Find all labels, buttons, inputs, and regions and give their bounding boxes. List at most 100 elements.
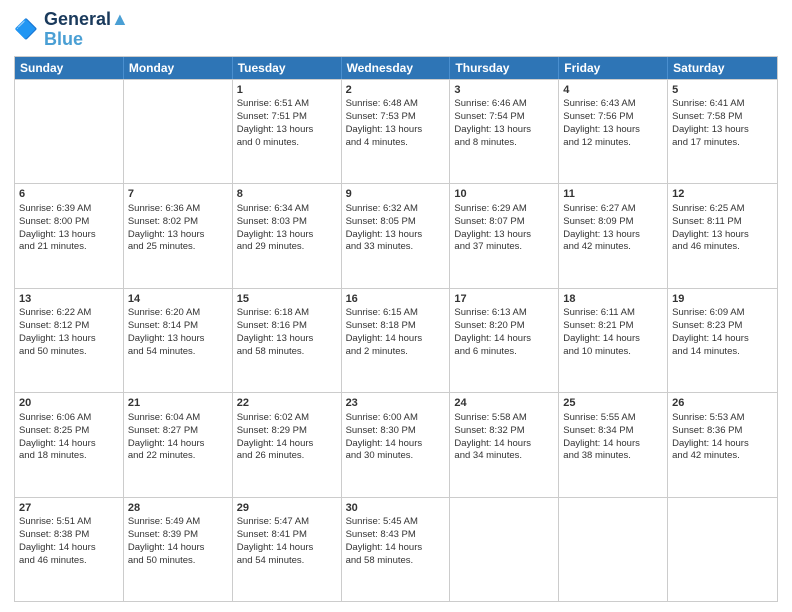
day-info: Sunrise: 6:20 AM	[128, 307, 228, 320]
calendar-day-29: 29Sunrise: 5:47 AMSunset: 8:41 PMDayligh…	[233, 498, 342, 601]
calendar-day-12: 12Sunrise: 6:25 AMSunset: 8:11 PMDayligh…	[668, 184, 777, 287]
weekday-header: Thursday	[450, 57, 559, 79]
day-info: Sunrise: 6:32 AM	[346, 203, 446, 216]
day-info: and 33 minutes.	[346, 241, 446, 254]
day-info: Sunrise: 6:00 AM	[346, 412, 446, 425]
day-info: Sunrise: 6:25 AM	[672, 203, 773, 216]
day-number: 4	[563, 83, 663, 98]
day-info: Sunrise: 6:22 AM	[19, 307, 119, 320]
day-info: Sunset: 8:38 PM	[19, 529, 119, 542]
day-info: Sunset: 7:58 PM	[672, 111, 773, 124]
day-info: and 21 minutes.	[19, 241, 119, 254]
day-info: Sunset: 8:20 PM	[454, 320, 554, 333]
day-info: Sunrise: 6:51 AM	[237, 98, 337, 111]
day-info: Sunrise: 6:29 AM	[454, 203, 554, 216]
day-info: Sunset: 8:11 PM	[672, 216, 773, 229]
day-info: Sunset: 8:16 PM	[237, 320, 337, 333]
day-info: Daylight: 14 hours	[672, 438, 773, 451]
day-info: Sunset: 8:03 PM	[237, 216, 337, 229]
calendar-day-10: 10Sunrise: 6:29 AMSunset: 8:07 PMDayligh…	[450, 184, 559, 287]
day-info: Daylight: 13 hours	[237, 333, 337, 346]
day-info: Daylight: 14 hours	[346, 333, 446, 346]
calendar-day-5: 5Sunrise: 6:41 AMSunset: 7:58 PMDaylight…	[668, 80, 777, 183]
calendar-empty-cell	[668, 498, 777, 601]
day-info: and 54 minutes.	[237, 555, 337, 568]
calendar-week-row: 1Sunrise: 6:51 AMSunset: 7:51 PMDaylight…	[15, 79, 777, 183]
day-info: Daylight: 14 hours	[19, 542, 119, 555]
day-number: 15	[237, 292, 337, 307]
day-info: Sunset: 8:23 PM	[672, 320, 773, 333]
day-number: 21	[128, 396, 228, 411]
day-info: Daylight: 14 hours	[454, 333, 554, 346]
day-info: Daylight: 13 hours	[454, 229, 554, 242]
calendar-day-30: 30Sunrise: 5:45 AMSunset: 8:43 PMDayligh…	[342, 498, 451, 601]
logo-icon: 🔷	[14, 16, 42, 44]
day-number: 29	[237, 501, 337, 516]
day-number: 24	[454, 396, 554, 411]
day-number: 8	[237, 187, 337, 202]
day-info: Daylight: 13 hours	[346, 124, 446, 137]
day-info: and 46 minutes.	[19, 555, 119, 568]
day-number: 3	[454, 83, 554, 98]
page: 🔷 General▲ Blue SundayMondayTuesdayWedne…	[0, 0, 792, 612]
day-info: Sunset: 8:21 PM	[563, 320, 663, 333]
calendar-day-3: 3Sunrise: 6:46 AMSunset: 7:54 PMDaylight…	[450, 80, 559, 183]
day-number: 6	[19, 187, 119, 202]
day-info: Sunset: 7:51 PM	[237, 111, 337, 124]
calendar-day-8: 8Sunrise: 6:34 AMSunset: 8:03 PMDaylight…	[233, 184, 342, 287]
day-info: Sunrise: 5:49 AM	[128, 516, 228, 529]
weekday-header: Wednesday	[342, 57, 451, 79]
day-info: Daylight: 13 hours	[19, 333, 119, 346]
day-info: Sunrise: 6:43 AM	[563, 98, 663, 111]
day-info: Daylight: 13 hours	[237, 229, 337, 242]
day-info: Sunrise: 6:02 AM	[237, 412, 337, 425]
calendar-day-9: 9Sunrise: 6:32 AMSunset: 8:05 PMDaylight…	[342, 184, 451, 287]
day-info: Sunrise: 6:11 AM	[563, 307, 663, 320]
day-info: and 18 minutes.	[19, 450, 119, 463]
day-info: and 12 minutes.	[563, 137, 663, 150]
day-info: Sunrise: 6:18 AM	[237, 307, 337, 320]
logo: 🔷 General▲ Blue	[14, 10, 129, 50]
day-number: 5	[672, 83, 773, 98]
weekday-header: Friday	[559, 57, 668, 79]
day-info: and 22 minutes.	[128, 450, 228, 463]
day-info: Daylight: 14 hours	[563, 333, 663, 346]
day-info: Sunset: 8:32 PM	[454, 425, 554, 438]
day-info: Sunset: 8:02 PM	[128, 216, 228, 229]
calendar-empty-cell	[559, 498, 668, 601]
day-info: and 29 minutes.	[237, 241, 337, 254]
day-info: Sunset: 7:53 PM	[346, 111, 446, 124]
day-info: and 30 minutes.	[346, 450, 446, 463]
calendar-day-24: 24Sunrise: 5:58 AMSunset: 8:32 PMDayligh…	[450, 393, 559, 496]
day-info: Sunset: 8:00 PM	[19, 216, 119, 229]
day-info: and 38 minutes.	[563, 450, 663, 463]
day-number: 10	[454, 187, 554, 202]
day-info: and 14 minutes.	[672, 346, 773, 359]
day-info: Sunset: 8:09 PM	[563, 216, 663, 229]
day-number: 19	[672, 292, 773, 307]
calendar-day-15: 15Sunrise: 6:18 AMSunset: 8:16 PMDayligh…	[233, 289, 342, 392]
calendar-week-row: 6Sunrise: 6:39 AMSunset: 8:00 PMDaylight…	[15, 183, 777, 287]
day-info: Daylight: 13 hours	[563, 229, 663, 242]
day-info: and 50 minutes.	[19, 346, 119, 359]
day-info: Daylight: 13 hours	[19, 229, 119, 242]
day-number: 20	[19, 396, 119, 411]
day-info: and 34 minutes.	[454, 450, 554, 463]
day-info: and 42 minutes.	[563, 241, 663, 254]
day-info: Sunrise: 6:04 AM	[128, 412, 228, 425]
day-info: Daylight: 14 hours	[237, 438, 337, 451]
calendar-empty-cell	[15, 80, 124, 183]
day-info: Daylight: 13 hours	[672, 124, 773, 137]
day-info: Sunrise: 5:53 AM	[672, 412, 773, 425]
day-info: Sunset: 8:14 PM	[128, 320, 228, 333]
day-number: 30	[346, 501, 446, 516]
calendar-day-4: 4Sunrise: 6:43 AMSunset: 7:56 PMDaylight…	[559, 80, 668, 183]
day-info: Sunrise: 5:45 AM	[346, 516, 446, 529]
calendar-body: 1Sunrise: 6:51 AMSunset: 7:51 PMDaylight…	[15, 79, 777, 601]
day-info: Sunset: 7:54 PM	[454, 111, 554, 124]
day-info: Sunrise: 6:34 AM	[237, 203, 337, 216]
day-info: and 17 minutes.	[672, 137, 773, 150]
weekday-header: Saturday	[668, 57, 777, 79]
header: 🔷 General▲ Blue	[14, 10, 778, 50]
day-info: and 58 minutes.	[346, 555, 446, 568]
